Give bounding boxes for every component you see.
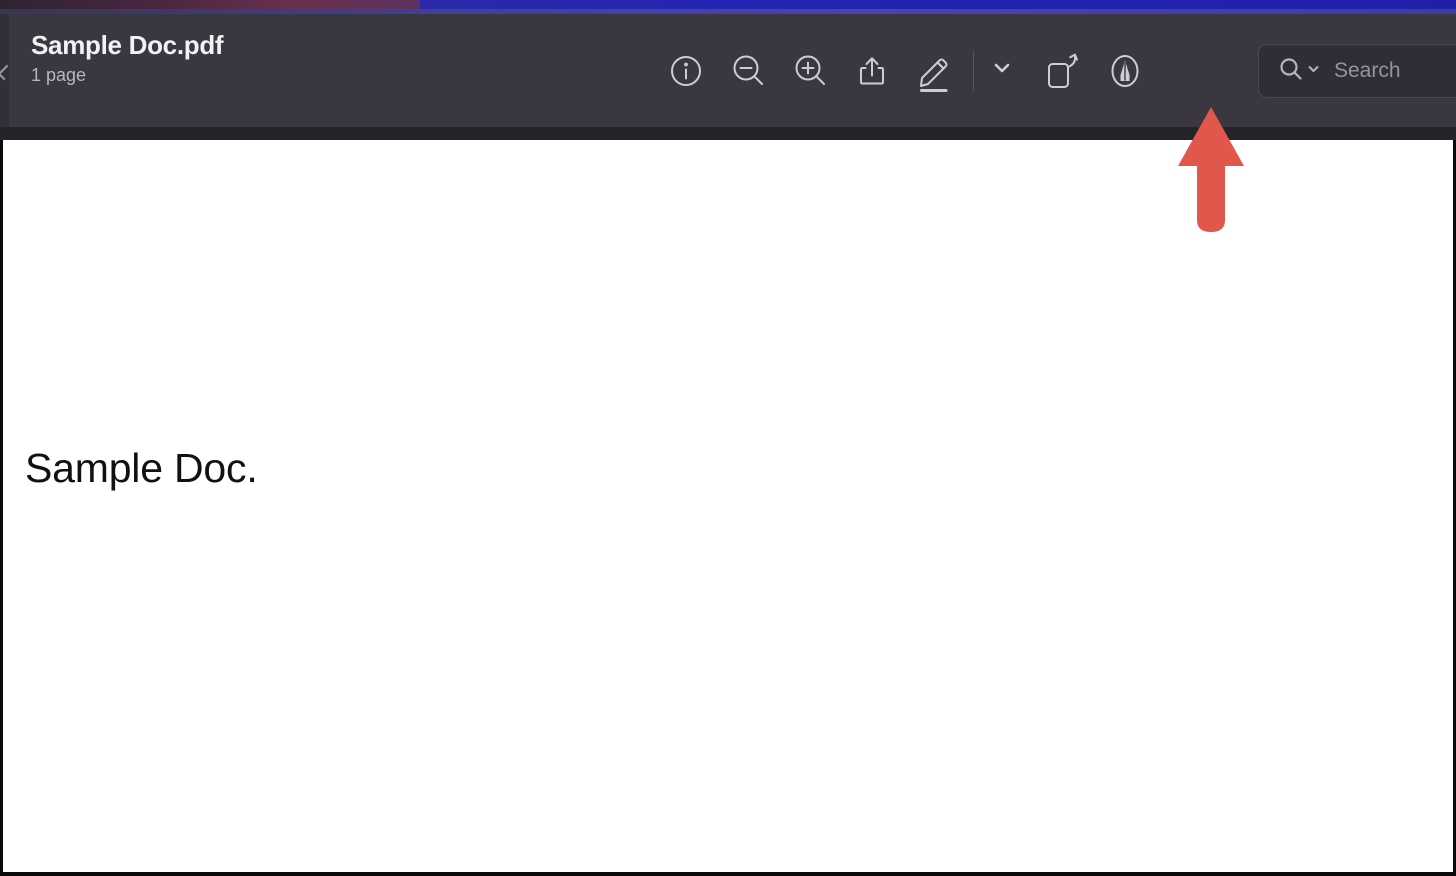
accent-strip-left — [0, 0, 420, 9]
document-body-text: Sample Doc. — [25, 445, 258, 491]
info-icon — [666, 51, 706, 91]
zoom-in-icon — [790, 51, 830, 91]
info-button[interactable] — [655, 40, 717, 102]
toolbar-bottom-edge — [0, 127, 1456, 140]
annotate-pen-button[interactable] — [1094, 40, 1156, 102]
search-input[interactable]: Search — [1334, 59, 1401, 83]
share-icon — [852, 51, 892, 91]
annotate-pen-icon — [1103, 49, 1147, 93]
window-accent-strip — [0, 0, 1456, 9]
zoom-in-button[interactable] — [779, 40, 841, 102]
rotate-left-icon — [1042, 50, 1084, 92]
markup-toolbar-button[interactable] — [903, 40, 965, 102]
search-icon — [1278, 56, 1304, 87]
markup-pencil-icon — [911, 48, 957, 94]
search-scope-chevron-down-icon[interactable] — [1307, 62, 1320, 80]
preview-window: Sample Doc.pdf 1 page Search Sample Doc. — [0, 0, 1456, 876]
page-title: Sample Doc.pdf — [31, 30, 224, 60]
toolbar-button-group — [655, 14, 1156, 127]
accent-strip-right — [420, 0, 1456, 9]
zoom-out-icon — [728, 51, 768, 91]
search-field[interactable]: Search — [1258, 44, 1456, 98]
page-count-label: 1 page — [31, 65, 87, 85]
share-button[interactable] — [841, 40, 903, 102]
toolbar-divider — [973, 50, 974, 91]
document-title-block: Sample Doc.pdf 1 page — [31, 30, 224, 87]
toolbar-more-button[interactable] — [982, 40, 1022, 102]
sidebar-toggle-edge[interactable] — [0, 14, 9, 127]
chevron-down-icon — [991, 57, 1013, 84]
document-page[interactable]: Sample Doc. — [0, 140, 1456, 876]
rotate-left-button[interactable] — [1032, 40, 1094, 102]
window-accent-underline — [0, 9, 1456, 14]
zoom-out-button[interactable] — [717, 40, 779, 102]
